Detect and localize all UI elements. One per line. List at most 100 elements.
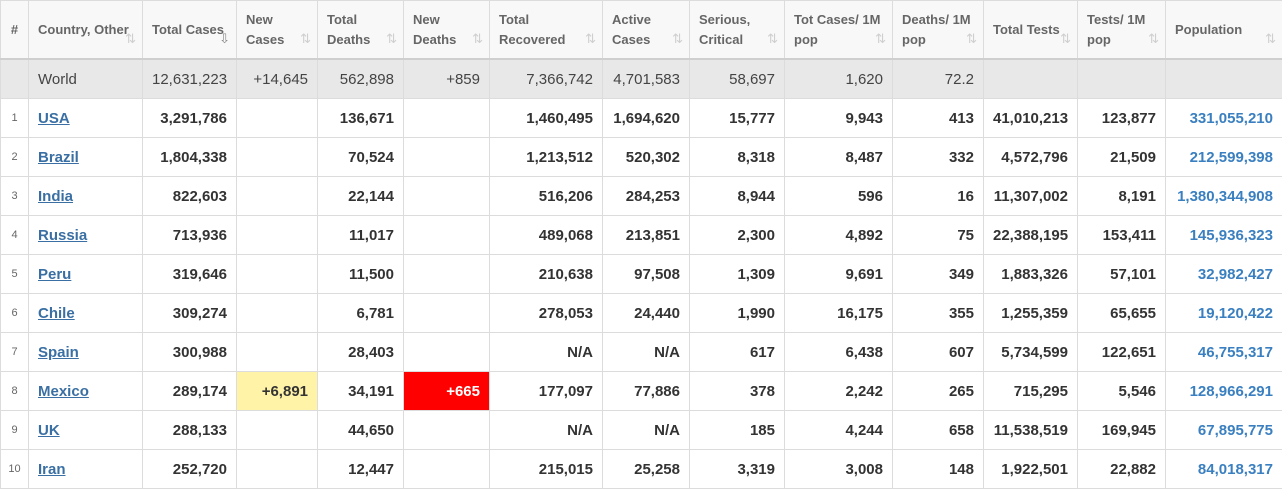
population-cell: 19,120,422 bbox=[1165, 293, 1282, 333]
country-cell: Spain bbox=[28, 332, 143, 372]
world-rank-cell bbox=[0, 58, 29, 99]
table-header-row: # Country, Other ⇅ Total Cases ⇩ New Cas… bbox=[0, 0, 1282, 60]
rank-cell: 3 bbox=[0, 176, 29, 216]
active-cases-cell: 284,253 bbox=[602, 176, 690, 216]
header-total-tests[interactable]: Total Tests ⇅ bbox=[983, 0, 1078, 60]
country-link[interactable]: USA bbox=[38, 110, 70, 127]
total-deaths-cell: 34,191 bbox=[317, 371, 404, 411]
sort-arrows-icon: ⇅ bbox=[386, 31, 397, 46]
active-cases-cell: 1,694,620 bbox=[602, 98, 690, 138]
tests-per-million-cell: 21,509 bbox=[1077, 137, 1166, 177]
header-serious-critical-label: Serious, Critical bbox=[699, 11, 751, 47]
table-row: 9 UK 288,133 44,650 N/A N/A 185 4,244 658 11,538,… bbox=[0, 410, 1282, 450]
serious-critical-cell: 185 bbox=[689, 410, 785, 450]
world-population bbox=[1165, 58, 1282, 99]
sort-arrows-icon: ⇅ bbox=[1148, 31, 1159, 46]
total-cases-cell: 1,804,338 bbox=[142, 137, 237, 177]
rank-cell: 8 bbox=[0, 371, 29, 411]
new-deaths-cell bbox=[403, 137, 490, 177]
deaths-per-million-cell: 265 bbox=[892, 371, 984, 411]
population-cell: 128,966,291 bbox=[1165, 371, 1282, 411]
total-cases-cell: 289,174 bbox=[142, 371, 237, 411]
country-link[interactable]: UK bbox=[38, 422, 60, 439]
total-recovered-cell: 215,015 bbox=[489, 449, 603, 489]
rank-cell: 6 bbox=[0, 293, 29, 333]
population-cell: 212,599,398 bbox=[1165, 137, 1282, 177]
serious-critical-cell: 8,318 bbox=[689, 137, 785, 177]
population-cell: 1,380,344,908 bbox=[1165, 176, 1282, 216]
cases-per-million-cell: 4,244 bbox=[784, 410, 893, 450]
serious-critical-cell: 378 bbox=[689, 371, 785, 411]
world-total-deaths: 562,898 bbox=[317, 58, 404, 99]
world-deaths-per-million: 72.2 bbox=[892, 58, 984, 99]
country-link[interactable]: Iran bbox=[38, 461, 66, 478]
header-new-cases[interactable]: New Cases ⇅ bbox=[236, 0, 318, 60]
total-cases-cell: 822,603 bbox=[142, 176, 237, 216]
table-row: 3 India 822,603 22,144 516,206 284,253 8,944 59… bbox=[0, 176, 1282, 216]
new-deaths-cell bbox=[403, 410, 490, 450]
new-cases-cell bbox=[236, 215, 318, 255]
new-cases-cell bbox=[236, 176, 318, 216]
active-cases-cell: N/A bbox=[602, 410, 690, 450]
header-total-recovered[interactable]: Total Recovered ⇅ bbox=[489, 0, 603, 60]
header-rank-label: # bbox=[10, 21, 19, 37]
header-tests-per-million[interactable]: Tests/ 1M pop ⇅ bbox=[1077, 0, 1166, 60]
new-cases-cell bbox=[236, 293, 318, 333]
country-cell: Chile bbox=[28, 293, 143, 333]
header-country[interactable]: Country, Other ⇅ bbox=[28, 0, 143, 60]
total-cases-cell: 713,936 bbox=[142, 215, 237, 255]
total-cases-cell: 252,720 bbox=[142, 449, 237, 489]
serious-critical-cell: 8,944 bbox=[689, 176, 785, 216]
new-cases-cell bbox=[236, 449, 318, 489]
world-active-cases: 4,701,583 bbox=[602, 58, 690, 99]
cases-per-million-cell: 2,242 bbox=[784, 371, 893, 411]
active-cases-cell: 24,440 bbox=[602, 293, 690, 333]
header-rank[interactable]: # bbox=[0, 0, 29, 60]
rank-cell: 5 bbox=[0, 254, 29, 294]
total-deaths-cell: 22,144 bbox=[317, 176, 404, 216]
country-cell: Iran bbox=[28, 449, 143, 489]
header-active-cases[interactable]: Active Cases ⇅ bbox=[602, 0, 690, 60]
header-new-deaths[interactable]: New Deaths ⇅ bbox=[403, 0, 490, 60]
new-deaths-cell: +665 bbox=[403, 371, 490, 411]
country-link[interactable]: India bbox=[38, 188, 73, 205]
cases-per-million-cell: 4,892 bbox=[784, 215, 893, 255]
country-cell: Russia bbox=[28, 215, 143, 255]
header-total-deaths[interactable]: Total Deaths ⇅ bbox=[317, 0, 404, 60]
table-row: 2 Brazil 1,804,338 70,524 1,213,512 520,302 8,… bbox=[0, 137, 1282, 177]
total-cases-cell: 309,274 bbox=[142, 293, 237, 333]
header-population[interactable]: Population ⇅ bbox=[1165, 0, 1282, 60]
country-link[interactable]: Russia bbox=[38, 227, 87, 244]
new-deaths-cell bbox=[403, 332, 490, 372]
country-link[interactable]: Chile bbox=[38, 305, 75, 322]
world-total-recovered: 7,366,742 bbox=[489, 58, 603, 99]
country-cell: USA bbox=[28, 98, 143, 138]
new-deaths-cell bbox=[403, 254, 490, 294]
total-tests-cell: 11,307,002 bbox=[983, 176, 1078, 216]
sort-arrows-icon: ⇅ bbox=[966, 31, 977, 46]
header-cases-per-million[interactable]: Tot Cases/ 1M pop ⇅ bbox=[784, 0, 893, 60]
country-link[interactable]: Peru bbox=[38, 266, 71, 283]
total-tests-cell: 1,255,359 bbox=[983, 293, 1078, 333]
tests-per-million-cell: 169,945 bbox=[1077, 410, 1166, 450]
tests-per-million-cell: 153,411 bbox=[1077, 215, 1166, 255]
world-new-deaths: +859 bbox=[403, 58, 490, 99]
header-total-cases[interactable]: Total Cases ⇩ bbox=[142, 0, 237, 60]
total-cases-cell: 3,291,786 bbox=[142, 98, 237, 138]
total-deaths-cell: 44,650 bbox=[317, 410, 404, 450]
table-row: 6 Chile 309,274 6,781 278,053 24,440 1,990 16,1… bbox=[0, 293, 1282, 333]
header-total-recovered-label: Total Recovered bbox=[499, 11, 566, 47]
header-serious-critical[interactable]: Serious, Critical ⇅ bbox=[689, 0, 785, 60]
country-link[interactable]: Spain bbox=[38, 344, 79, 361]
total-deaths-cell: 11,017 bbox=[317, 215, 404, 255]
rank-cell: 10 bbox=[0, 449, 29, 489]
country-cell: Brazil bbox=[28, 137, 143, 177]
country-link[interactable]: Mexico bbox=[38, 383, 89, 400]
header-deaths-per-million-label: Deaths/ 1M pop bbox=[902, 11, 971, 47]
total-cases-cell: 288,133 bbox=[142, 410, 237, 450]
header-population-label: Population bbox=[1175, 21, 1243, 37]
tests-per-million-cell: 8,191 bbox=[1077, 176, 1166, 216]
country-link[interactable]: Brazil bbox=[38, 149, 79, 166]
rank-cell: 7 bbox=[0, 332, 29, 372]
header-deaths-per-million[interactable]: Deaths/ 1M pop ⇅ bbox=[892, 0, 984, 60]
